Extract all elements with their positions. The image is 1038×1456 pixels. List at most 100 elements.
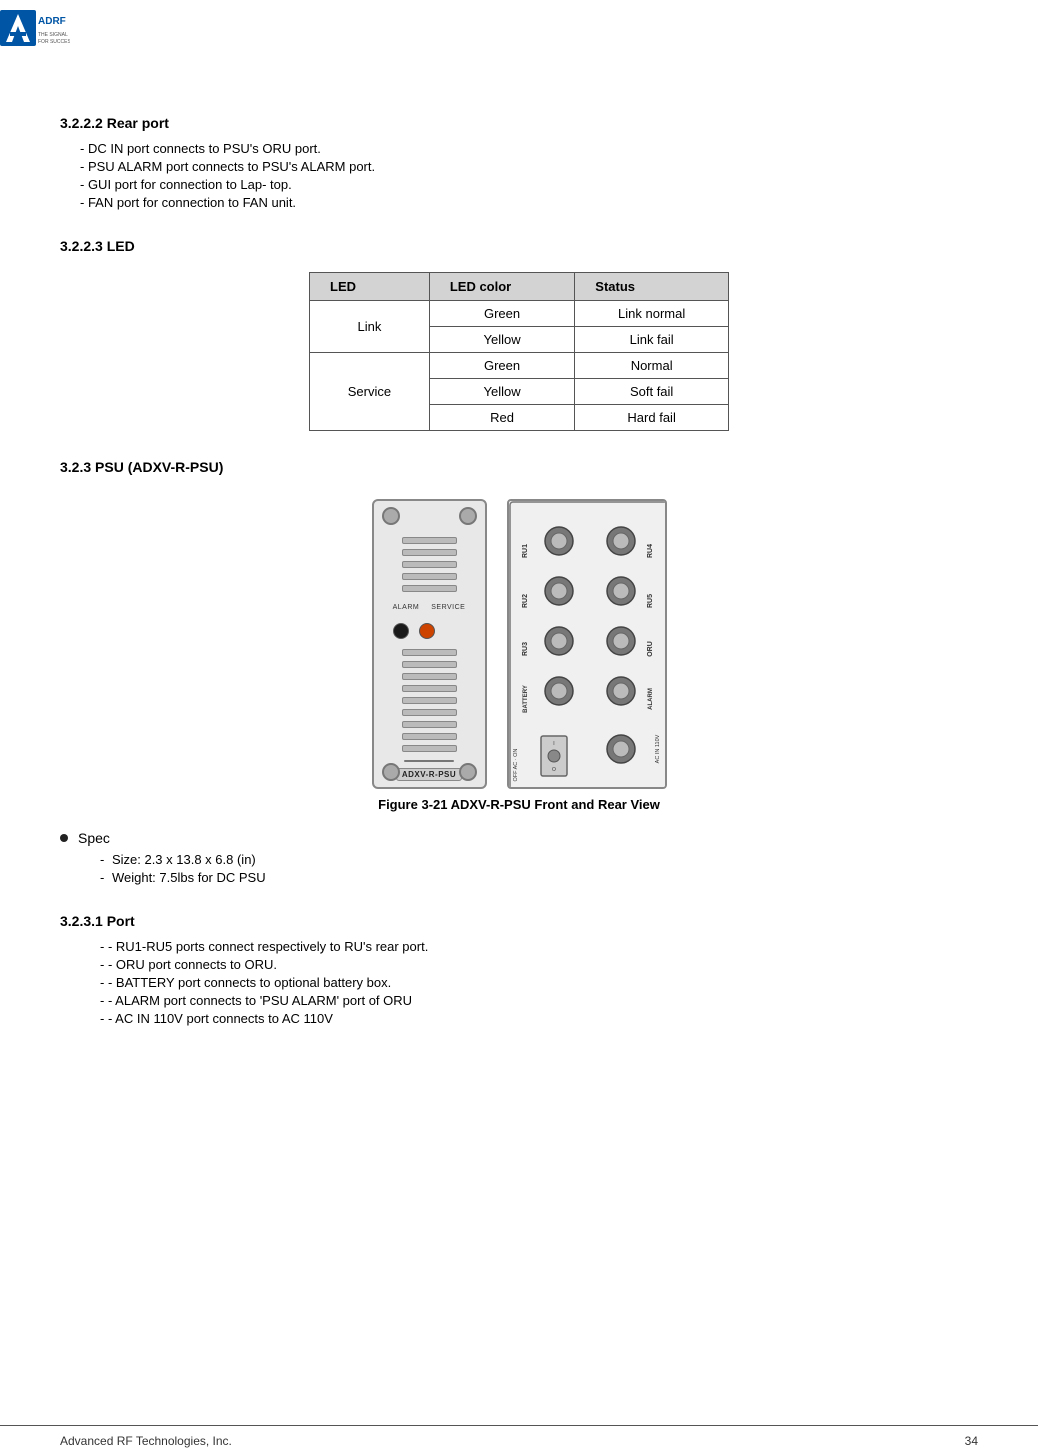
front-panel: ALARM SERVICE [372,499,487,789]
section-3222: 3.2.2.2 Rear port - DC IN port connects … [60,115,978,210]
table-row: Service Green Normal [310,353,729,379]
slot-bar [402,537,457,544]
logo-area: ADRF THE SIGNAL FOR SUCCESS [0,10,70,55]
slot-bar [402,709,457,716]
led-table-wrapper: LED LED color Status Link Green Link nor… [60,272,978,431]
page-header: ADRF THE SIGNAL FOR SUCCESS [0,0,1038,65]
slot-bar [402,649,457,656]
svg-text:RU2: RU2 [522,594,529,608]
spec-list: Size: 2.3 x 13.8 x 6.8 (in) Weight: 7.5l… [60,852,978,885]
front-panel-label: ADXV-R-PSU [396,768,462,781]
svg-text:OFF: OFF [513,770,519,782]
led-color: Green [429,301,574,327]
alarm-led [393,623,409,639]
slot-bar [402,685,457,692]
slot-bar [402,561,457,568]
front-slot-group [402,537,457,592]
svg-text:ADRF: ADRF [38,16,66,27]
col-header-led: LED [310,273,430,301]
screw-bottom-right [459,763,477,781]
col-header-color: LED color [429,273,574,301]
slot-bar [402,661,457,668]
slot-bar [402,673,457,680]
service-led [419,623,435,639]
spec-label: Spec [78,830,110,846]
spec-item: Weight: 7.5lbs for DC PSU [100,870,978,885]
figure-caption: Figure 3-21 ADXV-R-PSU Front and Rear Vi… [60,797,978,812]
bullet-dot [60,834,68,842]
svg-text:AC · ON: AC · ON [513,749,519,770]
logo: ADRF THE SIGNAL FOR SUCCESS [0,10,70,55]
spec-bullet: Spec [60,830,978,846]
rear-panel: RU1 RU2 RU3 BATTERY AC · ON OFF [507,499,667,789]
footer-left: Advanced RF Technologies, Inc. [60,1434,232,1448]
front-bottom-slot-group [402,649,457,752]
svg-text:THE SIGNAL: THE SIGNAL [38,32,68,38]
footer-right: 34 [965,1434,978,1448]
svg-text:FOR SUCCESS: FOR SUCCESS [38,39,70,45]
svg-text:RU3: RU3 [522,642,529,656]
svg-text:ORU: ORU [647,641,654,657]
screw-bottom-left [382,763,400,781]
page-footer: Advanced RF Technologies, Inc. 34 [0,1425,1038,1456]
svg-text:RU4: RU4 [647,544,654,558]
page-content: 3.2.2.2 Rear port - DC IN port connects … [0,95,1038,1094]
svg-text:BATTERY: BATTERY [523,685,529,713]
list-item: - PSU ALARM port connects to PSU's ALARM… [80,159,978,174]
list-item: - GUI port for connection to Lap- top. [80,177,978,192]
led-color: Yellow [429,379,574,405]
svg-text:O: O [552,767,556,773]
port-item: - RU1-RU5 ports connect respectively to … [100,939,978,954]
service-label: SERVICE [431,604,465,611]
svg-text:AC IN 110V: AC IN 110V [655,734,661,763]
led-color: Yellow [429,327,574,353]
svg-text:I: I [553,741,554,747]
slot-bar [402,697,457,704]
led-name-link: Link [310,301,430,353]
led-table: LED LED color Status Link Green Link nor… [309,272,729,431]
alarm-label: ALARM [393,604,420,611]
port-item: - ORU port connects to ORU. [100,957,978,972]
section-3231-heading: 3.2.3.1 Port [60,913,978,929]
led-color: Green [429,353,574,379]
section-3231: 3.2.3.1 Port - RU1-RU5 ports connect res… [60,913,978,1026]
connector-bar [404,760,454,762]
led-indicator-row [393,623,466,639]
psu-figure: ALARM SERVICE [60,499,978,789]
list-item: - DC IN port connects to PSU's ORU port. [80,141,978,156]
led-status: Hard fail [575,405,729,431]
led-color: Red [429,405,574,431]
led-status: Link fail [575,327,729,353]
section-3223-heading: 3.2.2.3 LED [60,238,978,254]
section-3222-list: - DC IN port connects to PSU's ORU port.… [60,141,978,210]
port-item: - ALARM port connects to 'PSU ALARM' por… [100,993,978,1008]
led-status: Normal [575,353,729,379]
svg-text:RU1: RU1 [522,544,529,558]
screw-top-right [459,507,477,525]
col-header-status: Status [575,273,729,301]
led-status: Link normal [575,301,729,327]
led-status: Soft fail [575,379,729,405]
svg-text:ALARM: ALARM [648,688,654,710]
section-323-heading: 3.2.3 PSU (ADXV-R-PSU) [60,459,978,475]
spec-section: Spec Size: 2.3 x 13.8 x 6.8 (in) Weight:… [60,830,978,885]
slot-bar [402,745,457,752]
section-3222-heading: 3.2.2.2 Rear port [60,115,978,131]
slot-bar [402,549,457,556]
section-3223: 3.2.2.3 LED LED LED color Status Link Gr… [60,238,978,431]
port-item: - AC IN 110V port connects to AC 110V [100,1011,978,1026]
slot-bar [402,721,457,728]
slot-bar [402,585,457,592]
slot-bar [402,733,457,740]
list-item: - FAN port for connection to FAN unit. [80,195,978,210]
section-323-psu: 3.2.3 PSU (ADXV-R-PSU) [60,459,978,885]
table-row: Link Green Link normal [310,301,729,327]
screw-top-left [382,507,400,525]
spec-item: Size: 2.3 x 13.8 x 6.8 (in) [100,852,978,867]
svg-text:RU5: RU5 [647,594,654,608]
port-item: - BATTERY port connects to optional batt… [100,975,978,990]
port-list: - RU1-RU5 ports connect respectively to … [60,939,978,1026]
led-name-service: Service [310,353,430,431]
led-label-row: ALARM SERVICE [393,604,466,611]
slot-bar [402,573,457,580]
